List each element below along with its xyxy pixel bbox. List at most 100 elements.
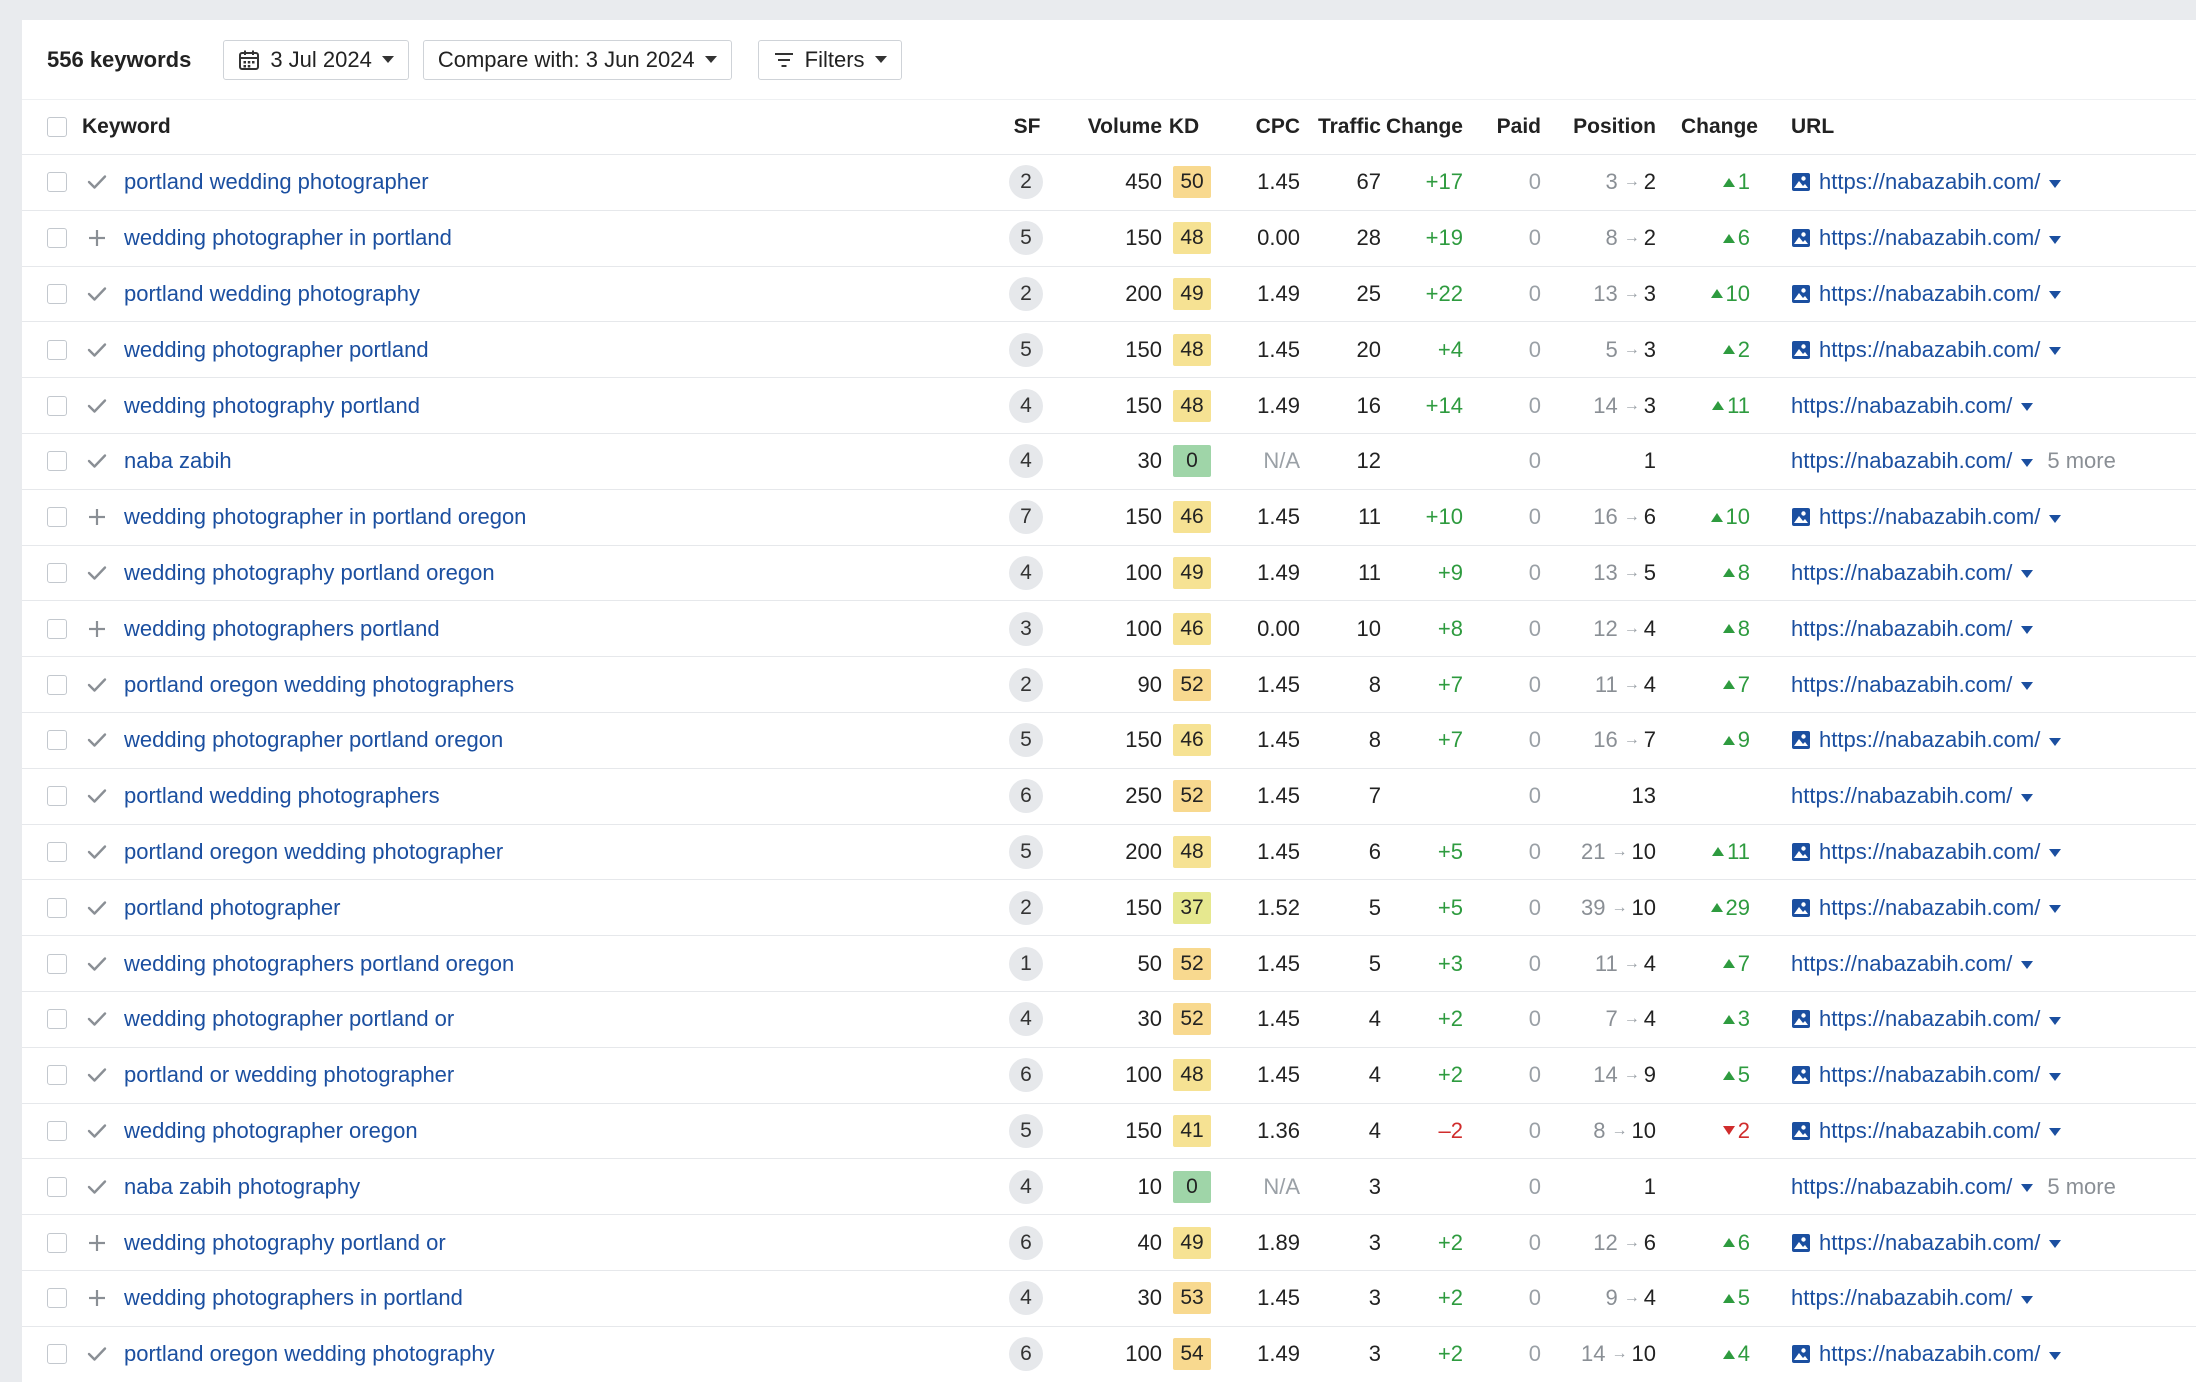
keyword-link[interactable]: wedding photographers portland oregon [124, 951, 514, 977]
table-row[interactable]: portland or wedding photographer 6 100 48 1.… [22, 1048, 2196, 1104]
url-link[interactable]: https://nabazabih.com/ [1791, 560, 2012, 586]
check-icon[interactable] [86, 899, 108, 917]
keyword-link[interactable]: wedding photographers portland [124, 616, 440, 642]
check-icon[interactable] [86, 1122, 108, 1140]
table-row[interactable]: portland wedding photographer 2 450 50 1.45 6… [22, 155, 2196, 211]
table-row[interactable]: wedding photographers portland 3 100 46 0.00… [22, 601, 2196, 658]
serp-features-badge[interactable]: 6 [1009, 1337, 1043, 1372]
table-row[interactable]: naba zabih 4 30 0 N/A 12 0 1 https://nabazabih.c… [22, 434, 2196, 490]
serp-features-badge[interactable]: 4 [1009, 1002, 1043, 1037]
keyword-link[interactable]: wedding photographer portland oregon [124, 727, 503, 753]
url-link[interactable]: https://nabazabih.com/ [1819, 337, 2040, 363]
url-link[interactable]: https://nabazabih.com/ [1791, 951, 2012, 977]
chevron-down-icon[interactable] [2049, 1072, 2062, 1081]
check-icon[interactable] [86, 564, 108, 582]
chevron-down-icon[interactable] [2021, 626, 2034, 635]
table-row[interactable]: wedding photographer in portland 5 150 48 0.… [22, 211, 2196, 267]
row-checkbox[interactable] [47, 1344, 67, 1365]
keyword-link[interactable]: wedding photographer portland or [124, 1006, 454, 1032]
more-urls-link[interactable]: 5 more [2047, 1174, 2115, 1200]
serp-features-badge[interactable]: 6 [1009, 779, 1043, 814]
chevron-down-icon[interactable] [2049, 291, 2062, 300]
col-change[interactable]: Change [1381, 100, 1463, 154]
date-picker-button[interactable]: 3 Jul 2024 [223, 39, 409, 80]
keyword-link[interactable]: wedding photographer in portland [124, 225, 452, 251]
plus-icon[interactable] [87, 1288, 107, 1308]
serp-features-badge[interactable]: 5 [1009, 221, 1043, 256]
serp-features-badge[interactable]: 4 [1009, 444, 1043, 479]
row-checkbox[interactable] [47, 1232, 67, 1253]
url-link[interactable]: https://nabazabih.com/ [1819, 1006, 2040, 1032]
chevron-down-icon[interactable] [2049, 1016, 2062, 1025]
more-urls-link[interactable]: 5 more [2047, 448, 2115, 474]
chevron-down-icon[interactable] [2021, 403, 2034, 412]
chevron-down-icon[interactable] [2021, 793, 2034, 802]
keyword-link[interactable]: portland wedding photographers [124, 783, 440, 809]
row-checkbox[interactable] [47, 339, 67, 360]
serp-features-badge[interactable]: 1 [1009, 946, 1043, 981]
table-row[interactable]: wedding photography portland oregon 4 100 4… [22, 546, 2196, 602]
keyword-link[interactable]: portland wedding photographer [124, 169, 429, 195]
row-checkbox[interactable] [47, 618, 67, 639]
table-row[interactable]: portland photographer 2 150 37 1.52 5 +5 0 39 → 10… [22, 880, 2196, 937]
col-paid[interactable]: Paid [1463, 100, 1541, 154]
check-icon[interactable] [86, 955, 108, 973]
chevron-down-icon[interactable] [2049, 737, 2062, 746]
url-link[interactable]: https://nabazabih.com/ [1791, 783, 2012, 809]
url-link[interactable]: https://nabazabih.com/ [1791, 616, 2012, 642]
keyword-link[interactable]: wedding photographer oregon [124, 1118, 418, 1144]
col-position-change[interactable]: Change [1656, 100, 1758, 154]
row-checkbox[interactable] [47, 786, 67, 807]
table-row[interactable]: wedding photographer portland oregon 5 150… [22, 713, 2196, 769]
plus-icon[interactable] [87, 1233, 107, 1253]
serp-features-badge[interactable]: 5 [1009, 834, 1043, 869]
chevron-down-icon[interactable] [2021, 570, 2034, 579]
chevron-down-icon[interactable] [2021, 961, 2034, 970]
serp-features-badge[interactable]: 7 [1009, 500, 1043, 535]
url-link[interactable]: https://nabazabih.com/ [1791, 448, 2012, 474]
keyword-link[interactable]: portland oregon wedding photographers [124, 672, 514, 698]
serp-features-badge[interactable]: 4 [1009, 1281, 1043, 1316]
check-icon[interactable] [86, 676, 108, 694]
col-kd[interactable]: KD [1155, 100, 1213, 154]
keyword-link[interactable]: portland wedding photography [124, 281, 420, 307]
serp-features-badge[interactable]: 4 [1009, 1169, 1043, 1204]
row-checkbox[interactable] [47, 1009, 67, 1030]
compare-with-button[interactable]: Compare with: 3 Jun 2024 [422, 39, 732, 80]
table-row[interactable]: wedding photographer portland 5 150 48 1.45 2… [22, 322, 2196, 379]
filters-button[interactable]: Filters [757, 39, 902, 80]
chevron-down-icon[interactable] [2021, 1184, 2034, 1193]
table-row[interactable]: wedding photographer in portland oregon 7… [22, 490, 2196, 546]
chevron-down-icon[interactable] [2049, 347, 2062, 356]
row-checkbox[interactable] [47, 562, 67, 583]
row-checkbox[interactable] [47, 730, 67, 751]
keyword-link[interactable]: naba zabih photography [124, 1174, 360, 1200]
chevron-down-icon[interactable] [2049, 1351, 2062, 1360]
serp-features-badge[interactable]: 2 [1009, 276, 1043, 311]
row-checkbox[interactable] [47, 1288, 67, 1309]
table-row[interactable]: portland wedding photographers 6 250 52 1.45… [22, 769, 2196, 825]
serp-features-badge[interactable]: 4 [1009, 388, 1043, 423]
serp-features-badge[interactable]: 3 [1009, 611, 1043, 646]
chevron-down-icon[interactable] [2049, 179, 2062, 188]
row-checkbox[interactable] [47, 1065, 67, 1086]
check-icon[interactable] [86, 787, 108, 805]
check-icon[interactable] [86, 1345, 108, 1363]
row-checkbox[interactable] [47, 897, 67, 918]
col-cpc[interactable]: CPC [1221, 100, 1300, 154]
plus-icon[interactable] [87, 619, 107, 639]
table-row[interactable]: wedding photographers portland oregon 1 50… [22, 936, 2196, 992]
row-checkbox[interactable] [47, 507, 67, 528]
serp-features-badge[interactable]: 5 [1009, 332, 1043, 367]
check-icon[interactable] [86, 843, 108, 861]
chevron-down-icon[interactable] [2049, 849, 2062, 858]
select-all-checkbox[interactable] [47, 117, 67, 137]
url-link[interactable]: https://nabazabih.com/ [1819, 1062, 2040, 1088]
table-row[interactable]: wedding photography portland 4 150 48 1.49 16… [22, 378, 2196, 434]
serp-features-badge[interactable]: 4 [1009, 555, 1043, 590]
row-checkbox[interactable] [47, 1120, 67, 1141]
url-link[interactable]: https://nabazabih.com/ [1791, 1174, 2012, 1200]
serp-features-badge[interactable]: 2 [1009, 667, 1043, 702]
url-link[interactable]: https://nabazabih.com/ [1819, 281, 2040, 307]
serp-features-badge[interactable]: 6 [1009, 1225, 1043, 1260]
